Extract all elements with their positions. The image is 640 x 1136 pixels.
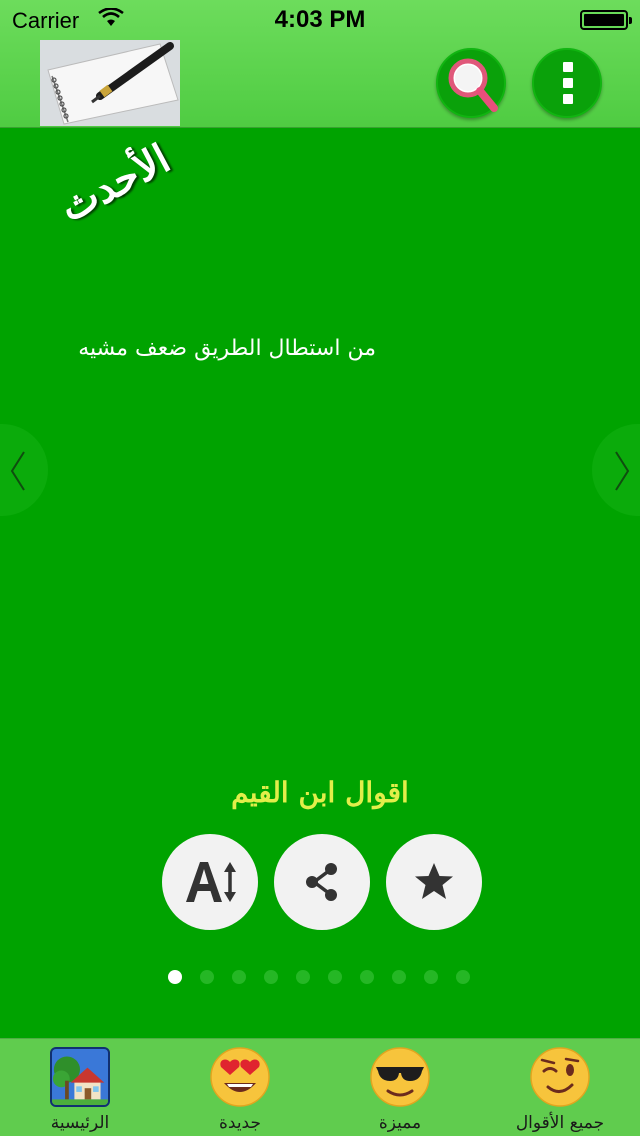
previous-button[interactable] <box>0 424 48 516</box>
author-label: اقوال ابن القيم <box>231 776 409 809</box>
tab-featured-label: مميزة <box>378 1113 422 1133</box>
page-dot[interactable] <box>360 970 374 984</box>
page-dot[interactable] <box>424 970 438 984</box>
tab-new-label: جديدة <box>219 1113 261 1133</box>
quote-text: من استطال الطريق ضعف مشيه <box>78 336 376 361</box>
page-dot[interactable] <box>264 970 278 984</box>
font-size-button[interactable] <box>162 834 258 930</box>
page-dot[interactable] <box>328 970 342 984</box>
tab-home[interactable]: الرئيسية <box>0 1039 160 1136</box>
battery-icon <box>580 10 632 30</box>
chevron-right-icon <box>615 451 630 491</box>
section-title: الأحدث <box>52 134 178 232</box>
sunglasses-emoji-icon <box>370 1047 430 1107</box>
page-dot[interactable] <box>392 970 406 984</box>
page-dot[interactable] <box>232 970 246 984</box>
clock-label: 4:03 PM <box>274 6 366 33</box>
page-indicator[interactable] <box>168 970 478 988</box>
page-dot[interactable] <box>200 970 214 984</box>
tab-home-label: الرئيسية <box>50 1113 110 1133</box>
favorite-button[interactable] <box>386 834 482 930</box>
tab-all-quotes[interactable]: جميع الأقوال <box>480 1039 640 1136</box>
status-bar: Carrier 4:03 PM <box>0 0 640 40</box>
house-tree-icon <box>50 1047 110 1107</box>
tab-all-quotes-label: جميع الأقوال <box>515 1113 605 1133</box>
tab-featured[interactable]: مميزة <box>320 1039 480 1136</box>
chevron-left-icon <box>10 451 25 491</box>
search-button[interactable] <box>436 48 506 118</box>
page-dot[interactable] <box>168 970 182 984</box>
wink-emoji-icon <box>530 1047 590 1107</box>
menu-button[interactable] <box>532 48 602 118</box>
notebook-pen-icon[interactable] <box>40 40 180 126</box>
heart-eyes-emoji-icon <box>210 1047 270 1107</box>
page-dot[interactable] <box>456 970 470 984</box>
font-size-icon <box>186 862 236 902</box>
share-button[interactable] <box>274 834 370 930</box>
more-vertical-icon <box>534 50 600 116</box>
navigation-bar: Carrier 4:03 PM <box>0 0 640 128</box>
star-icon <box>415 863 453 899</box>
tab-new[interactable]: جديدة <box>160 1039 320 1136</box>
search-icon <box>448 58 498 112</box>
share-icon <box>306 863 337 901</box>
next-button[interactable] <box>592 424 640 516</box>
page-dot[interactable] <box>296 970 310 984</box>
tab-bar: الرئيسية جديدة مميزة جميع الأقوال <box>0 1038 640 1136</box>
